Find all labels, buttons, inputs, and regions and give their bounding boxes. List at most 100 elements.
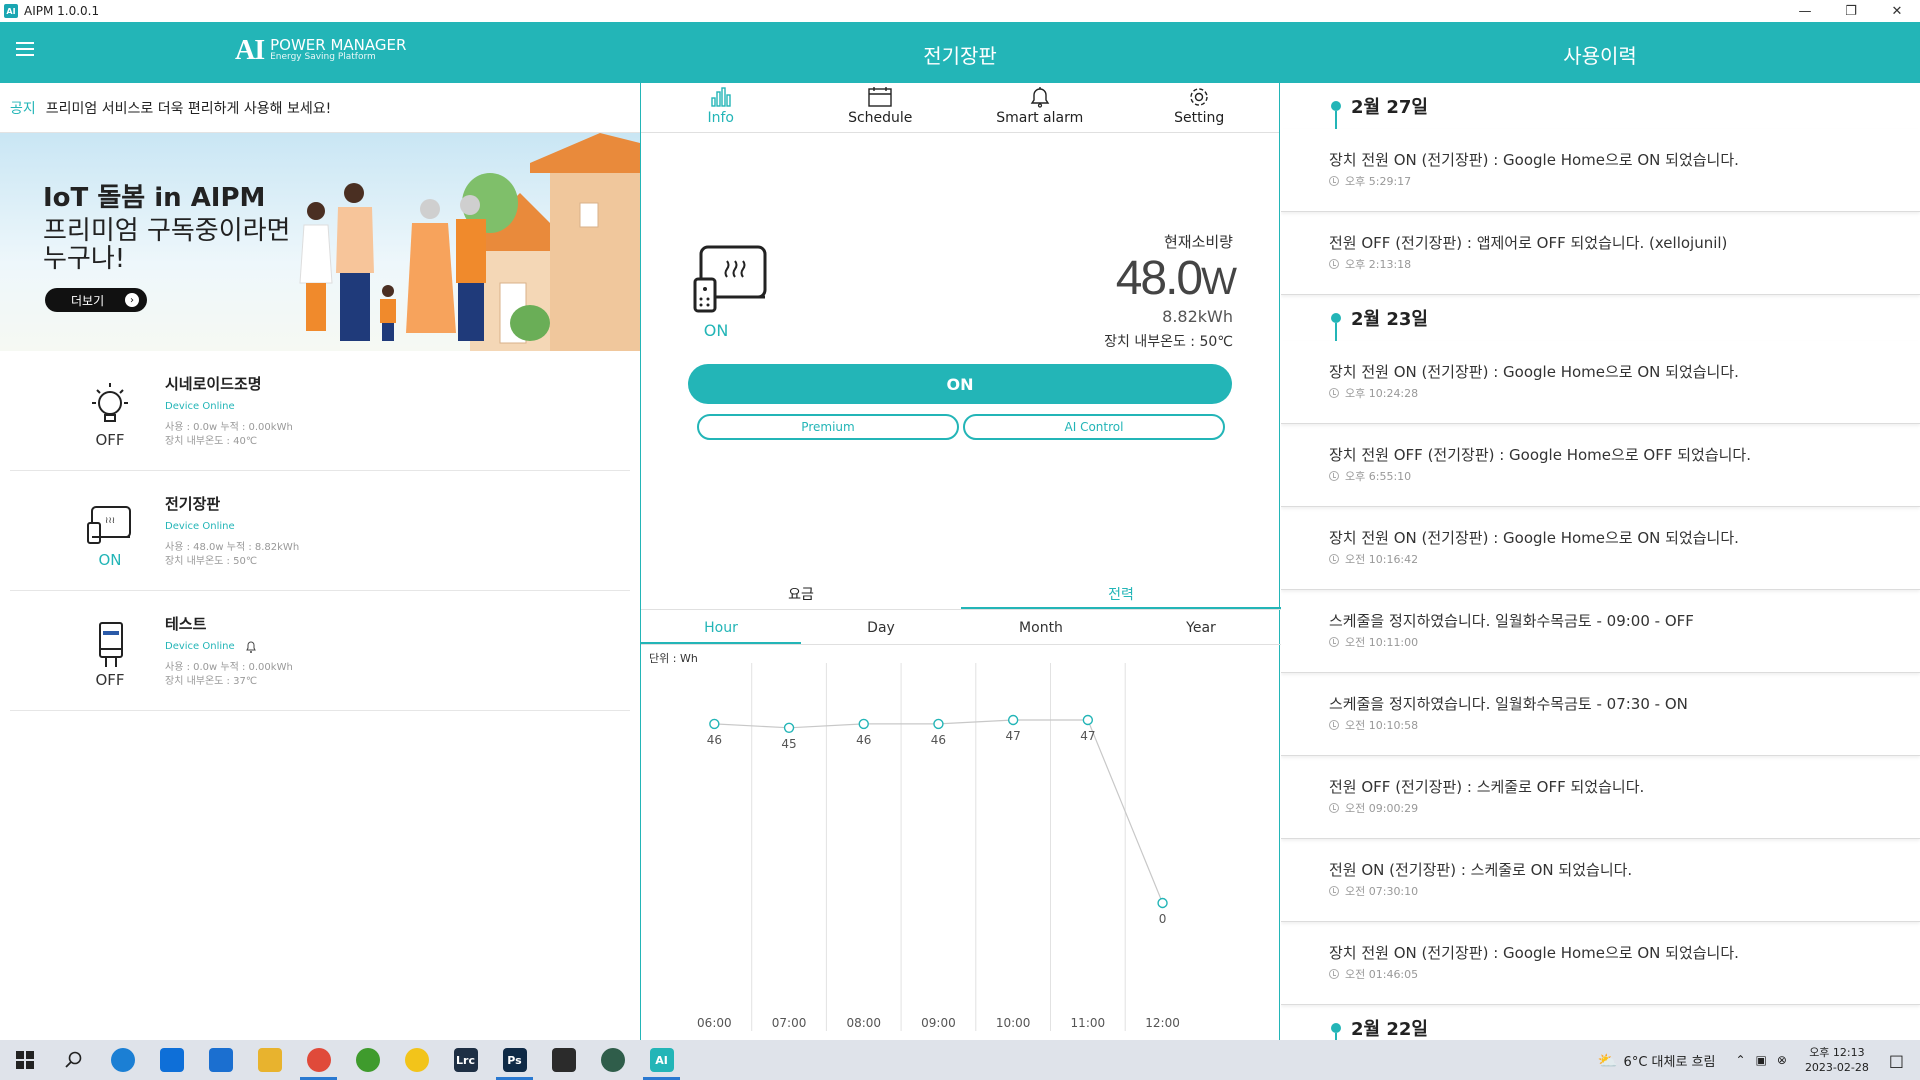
tab-smart-alarm[interactable]: Smart alarm <box>960 83 1120 132</box>
device-usage: 사용 : 0.0w 누적 : 0.00kWh <box>165 422 293 433</box>
utorrent-taskbar-button[interactable] <box>343 1040 392 1080</box>
banner-more-button[interactable]: 더보기 › <box>45 288 147 312</box>
tab-power[interactable]: 전력 <box>961 580 1281 609</box>
device-internal-temp: 장치 내부온도 : 50℃ <box>1104 334 1233 350</box>
chart-point[interactable] <box>709 718 720 730</box>
chrome-taskbar-button[interactable] <box>294 1040 343 1080</box>
minimize-button[interactable]: — <box>1782 0 1828 22</box>
promo-banner[interactable]: IoT 돌봄 in AIPM 프리미엄 구독중이라면 누구나! 더보기 › <box>0 133 640 351</box>
premium-button[interactable]: Premium <box>697 414 959 440</box>
history-time: 오후 10:24:28 <box>1329 385 1418 401</box>
device-item-cineroid[interactable]: OFF 시네로이드조명 Device Online 사용 : 0.0w 누적 :… <box>10 351 630 471</box>
history-time: 오전 01:46:05 <box>1329 966 1418 982</box>
logo-mark: AI <box>235 35 265 66</box>
tab-hour[interactable]: Hour <box>641 613 801 644</box>
tab-year[interactable]: Year <box>1121 613 1281 644</box>
teamviewer-taskbar-button[interactable] <box>147 1040 196 1080</box>
clock-icon <box>1329 720 1339 730</box>
chart-point[interactable] <box>1082 714 1094 726</box>
sticky-taskbar-button[interactable] <box>539 1040 588 1080</box>
timeline-line <box>1335 111 1337 129</box>
sticky-icon <box>551 1048 576 1072</box>
history-time-text: 오후 5:29:17 <box>1345 175 1412 188</box>
chrome-icon <box>306 1048 331 1072</box>
history-time-text: 오전 10:16:42 <box>1345 553 1419 566</box>
teamviewer-icon <box>159 1048 184 1072</box>
chart-data-label: 46 <box>707 733 722 747</box>
player-taskbar-button[interactable] <box>392 1040 441 1080</box>
tab-month[interactable]: Month <box>961 613 1121 644</box>
period-tabs: Hour Day Month Year <box>641 613 1281 645</box>
chart-point[interactable] <box>783 722 795 733</box>
clock-date: 2023-02-28 <box>1804 1061 1869 1074</box>
chart-point[interactable] <box>1007 714 1019 726</box>
history-time-text: 오전 01:46:05 <box>1345 968 1419 981</box>
tab-schedule[interactable]: Schedule <box>801 83 961 132</box>
app-header: AI POWER MANAGER Energy Saving Platform … <box>0 22 1920 83</box>
history-date: 2월 23일 <box>1351 309 1428 330</box>
weather-widget[interactable]: ⛅ 6°C 대체로 흐림 <box>1598 1051 1716 1070</box>
accumulated-kwh: 8.82kWh <box>1162 307 1233 326</box>
bluetooth-app-icon <box>208 1048 233 1072</box>
tab-setting[interactable]: Setting <box>1120 83 1280 132</box>
tab-info-label: Info <box>707 110 735 126</box>
device-temp: 장치 내부온도 : 50℃ <box>165 556 258 567</box>
photoshop-taskbar-button[interactable]: Ps <box>490 1040 539 1080</box>
usage-history-panel[interactable]: 2월 27일 장치 전원 ON (전기장판) : Google Home으로 ON… <box>1281 83 1920 1040</box>
chart-x-tick-label: 11:00 <box>1071 1016 1106 1030</box>
chart-point[interactable] <box>1157 897 1168 909</box>
logo-title: POWER MANAGER <box>270 36 407 54</box>
device-state: OFF <box>95 431 125 449</box>
device-state: ON <box>98 551 122 569</box>
history-date-header: 2월 23일 <box>1281 295 1920 341</box>
notification-icon[interactable]: □ <box>1889 1051 1904 1070</box>
tab-day[interactable]: Day <box>801 613 961 644</box>
chart-point[interactable] <box>933 718 944 730</box>
chevron-up-icon[interactable]: ⌃ <box>1735 1053 1745 1067</box>
notice-bar[interactable]: 공지 프리미엄 서비스로 더욱 편리하게 사용해 보세요! <box>0 83 640 133</box>
globe-taskbar-button[interactable] <box>588 1040 637 1080</box>
clock-icon <box>1329 886 1339 896</box>
logo: AI POWER MANAGER Energy Saving Platform <box>235 35 406 67</box>
timeline-dot <box>1331 101 1341 111</box>
search-taskbar-button[interactable] <box>49 1040 98 1080</box>
history-message: 장치 전원 ON (전기장판) : Google Home으로 ON 되었습니다… <box>1329 944 1739 962</box>
clock-icon <box>1329 388 1339 398</box>
history-entry: 전원 OFF (전기장판) : 스케줄로 OFF 되었습니다. 오전 09:00:… <box>1281 756 1920 839</box>
hamburger-menu-icon[interactable] <box>16 42 34 56</box>
lightroom-icon: Lrc <box>453 1048 478 1072</box>
folder-taskbar-button[interactable] <box>245 1040 294 1080</box>
history-time-text: 오후 2:13:18 <box>1345 258 1412 271</box>
history-message: 전원 OFF (전기장판) : 스케줄로 OFF 되었습니다. <box>1329 778 1645 796</box>
history-date-header: 2월 22일 <box>1281 1005 1920 1040</box>
aipm-taskbar-button[interactable]: AI <box>637 1040 686 1080</box>
volume-icon[interactable]: ⊗ <box>1777 1053 1787 1067</box>
history-time: 오전 09:00:29 <box>1329 800 1418 816</box>
tab-info[interactable]: Info <box>641 83 801 132</box>
bluetooth-app-taskbar-button[interactable] <box>196 1040 245 1080</box>
network-icon[interactable]: ▣ <box>1756 1053 1767 1067</box>
device-item-test[interactable]: OFF 테스트 Device Online 사용 : 0.0w 누적 : 0.0… <box>10 591 630 711</box>
title-bar: AI AIPM 1.0.0.1 — ❐ ✕ <box>0 0 1920 22</box>
power-toggle-button[interactable]: ON <box>688 364 1232 404</box>
edge-taskbar-button[interactable] <box>98 1040 147 1080</box>
start-taskbar-button[interactable] <box>0 1040 49 1080</box>
history-message: 스케줄을 정지하였습니다. 일월화수목금토 - 07:30 - ON <box>1329 695 1688 713</box>
photoshop-icon: Ps <box>502 1048 527 1072</box>
lightroom-taskbar-button[interactable]: Lrc <box>441 1040 490 1080</box>
app-icon: AI <box>4 4 18 18</box>
chart-point[interactable] <box>858 718 869 730</box>
timeline-line <box>1335 1033 1337 1040</box>
ai-control-button[interactable]: AI Control <box>963 414 1225 440</box>
device-item-heater[interactable]: ≀≀≀ ON 전기장판 Device Online 사용 : 48.0w 누적 … <box>10 471 630 591</box>
history-entry: 장치 전원 ON (전기장판) : Google Home으로 ON 되었습니다… <box>1281 129 1920 212</box>
taskbar-clock[interactable]: 오후 12:13 2023-02-28 <box>1805 1045 1869 1075</box>
tab-fee[interactable]: 요금 <box>641 580 961 609</box>
heater-large-icon <box>693 245 767 313</box>
chart-data-label: 46 <box>931 733 946 747</box>
close-button[interactable]: ✕ <box>1874 0 1920 22</box>
restore-button[interactable]: ❐ <box>1828 0 1874 22</box>
history-date: 2월 22일 <box>1351 1019 1428 1040</box>
gear-icon <box>1190 88 1208 106</box>
history-entry: 장치 전원 ON (전기장판) : Google Home으로 ON 되었습니다… <box>1281 922 1920 1005</box>
